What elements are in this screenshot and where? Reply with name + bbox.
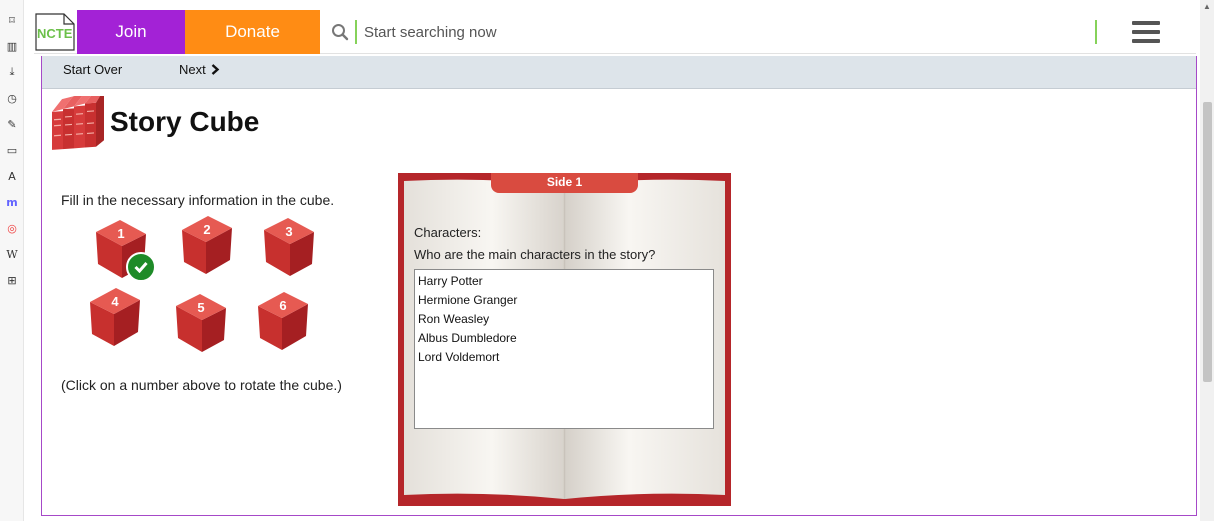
activity-frame: Start Over Next Story Cube Fill in the n… <box>41 56 1197 516</box>
cube-3-icon: 3 <box>264 218 314 276</box>
translate-icon[interactable]: A <box>4 168 20 184</box>
next-button[interactable]: Next <box>179 62 220 77</box>
cube-4-icon: 4 <box>90 288 140 346</box>
cube-grid: 1 2 3 4 5 6 <box>82 216 314 358</box>
donate-label: Donate <box>225 22 280 41</box>
cube-4-button[interactable]: 4 <box>86 286 144 348</box>
title-icon-wrap <box>50 96 106 152</box>
cube-number: 5 <box>197 300 204 315</box>
donate-button[interactable]: Donate <box>185 10 320 54</box>
chevron-right-icon <box>211 64 220 75</box>
calendar-icon[interactable]: ▭ <box>4 142 20 158</box>
vivaldi-icon[interactable]: ◎ <box>4 220 20 236</box>
edit-icon[interactable]: ✎ <box>4 116 20 132</box>
books-icon <box>52 96 104 150</box>
prompt-question: Who are the main characters in the story… <box>414 247 656 262</box>
download-icon[interactable]: ⤓ <box>4 64 20 80</box>
cube-5-button[interactable]: 5 <box>172 292 230 354</box>
add-panel-icon[interactable]: ⊞ <box>4 272 20 288</box>
cube-number: 3 <box>285 224 292 239</box>
next-label: Next <box>179 62 206 77</box>
reading-view-icon[interactable]: ▥ <box>4 38 20 54</box>
cube-3-button[interactable]: 3 <box>260 216 318 278</box>
answer-textarea[interactable]: Harry Potter Hermione Granger Ron Weasle… <box>414 269 714 429</box>
activity-nav: Start Over Next <box>42 56 1196 89</box>
page-scrollbar[interactable]: ▲ <box>1200 0 1214 521</box>
header-divider <box>1095 20 1097 44</box>
mastodon-icon[interactable]: m <box>4 194 20 210</box>
search-icon[interactable] <box>331 23 349 41</box>
story-book: Side 1 Characters: Who are the main char… <box>398 173 731 506</box>
join-button[interactable]: Join <box>77 10 185 54</box>
site-header: NCTE Join Donate <box>34 10 1196 54</box>
instruction-text: Fill in the necessary information in the… <box>61 192 335 208</box>
wikipedia-icon[interactable]: W <box>4 246 20 262</box>
search-input[interactable] <box>364 20 1084 44</box>
cube-6-icon: 6 <box>258 292 308 350</box>
completed-check-icon <box>126 252 156 282</box>
start-over-button[interactable]: Start Over <box>63 62 122 77</box>
history-icon[interactable]: ◷ <box>4 90 20 106</box>
cube-number: 1 <box>117 226 124 241</box>
logo-text: NCTE <box>37 26 73 41</box>
ncte-logo[interactable]: NCTE <box>34 10 76 54</box>
cube-2-icon: 2 <box>182 216 232 274</box>
search-divider <box>355 20 357 44</box>
cube-2-button[interactable]: 2 <box>178 214 236 276</box>
page-title: Story Cube <box>110 106 260 137</box>
join-label: Join <box>115 22 147 41</box>
hamburger-menu-icon[interactable] <box>1132 21 1160 43</box>
scroll-up-icon[interactable]: ▲ <box>1203 2 1211 11</box>
side-tab: Side 1 <box>491 173 638 193</box>
cube-number: 6 <box>279 298 286 313</box>
cube-number: 4 <box>111 294 119 309</box>
hint-text: (Click on a number above to rotate the c… <box>61 377 342 393</box>
scroll-thumb[interactable] <box>1203 102 1212 382</box>
cube-number: 2 <box>203 222 210 237</box>
cube-5-icon: 5 <box>176 294 226 352</box>
cube-6-button[interactable]: 6 <box>254 290 312 352</box>
bookmark-icon[interactable]: ⌑ <box>4 12 20 28</box>
prompt-label: Characters: <box>414 225 482 240</box>
browser-sidebar: ⌑ ▥ ⤓ ◷ ✎ ▭ A m ◎ W ⊞ <box>0 0 24 521</box>
